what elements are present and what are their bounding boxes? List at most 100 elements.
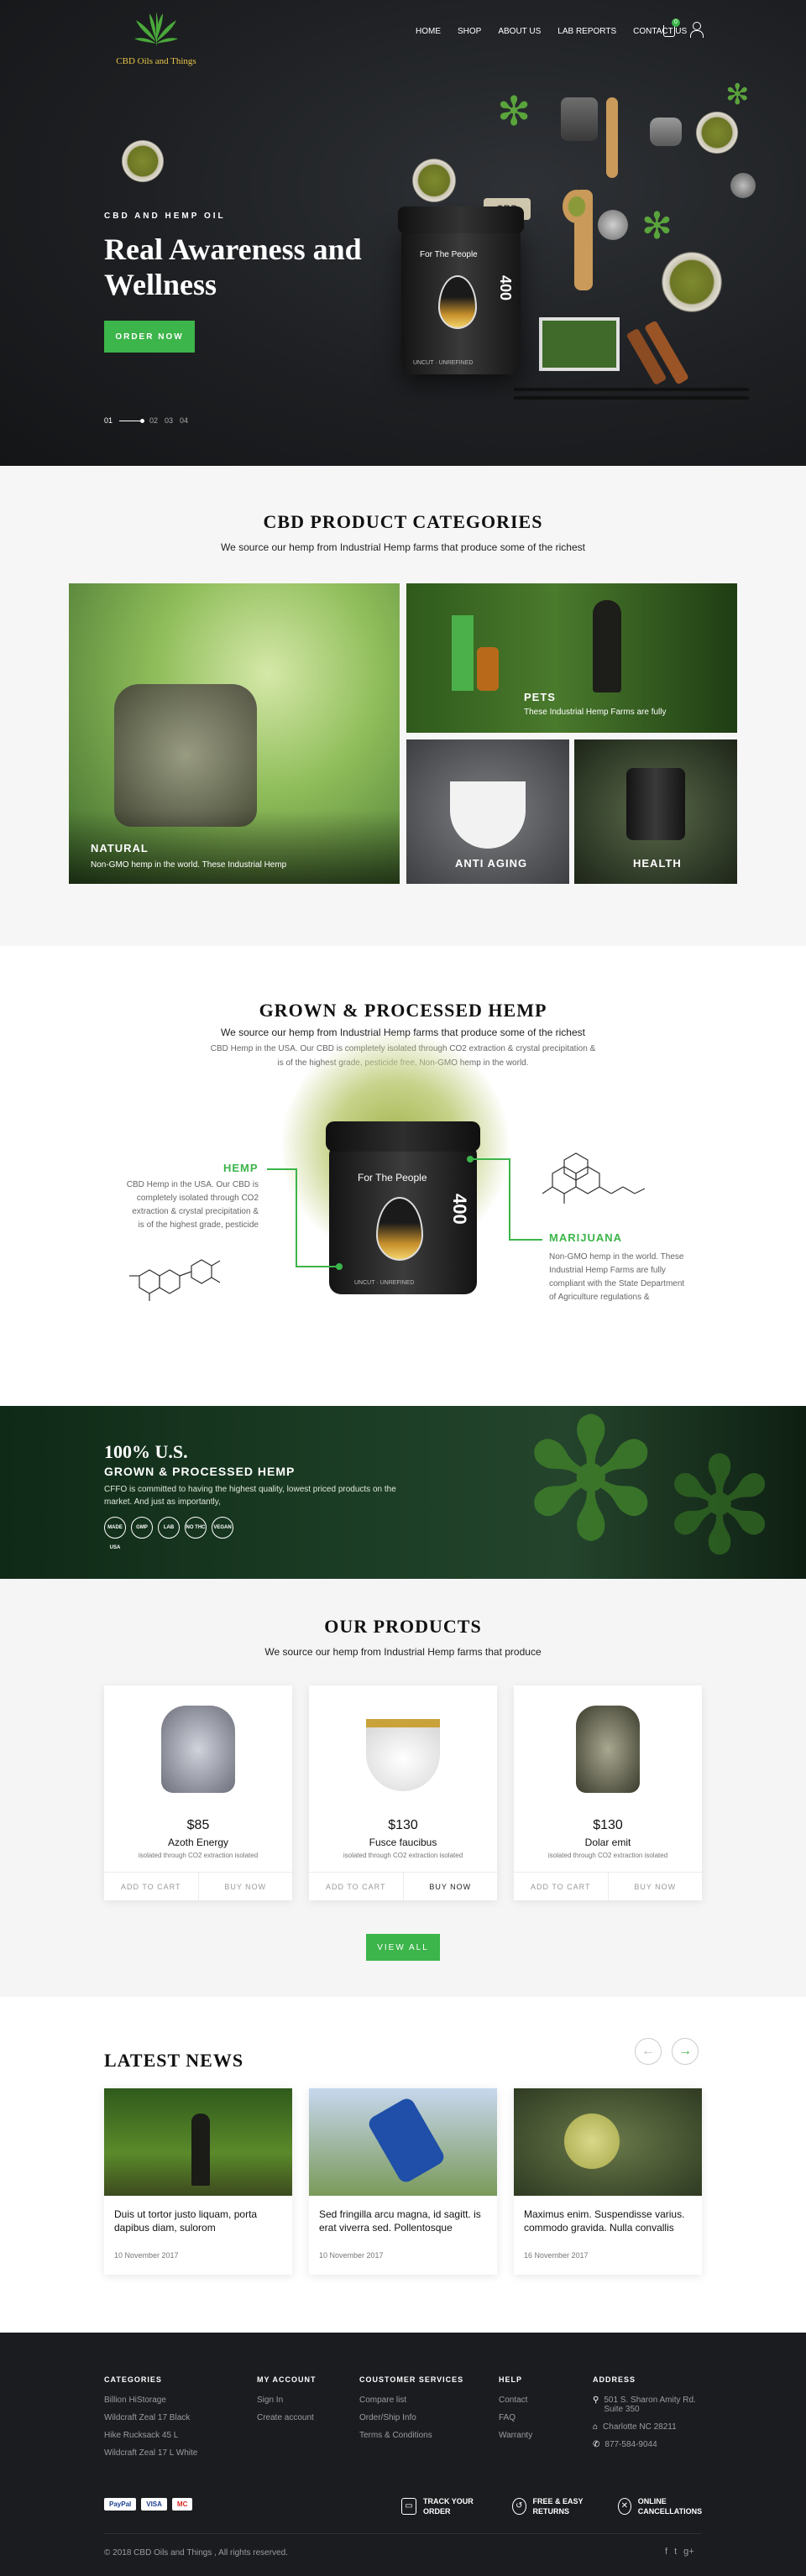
footer-link[interactable]: Order/Ship Info	[359, 2413, 463, 2422]
footer-link[interactable]: FAQ	[499, 2413, 532, 2422]
nav-lab-reports[interactable]: LAB REPORTS	[557, 27, 616, 36]
jar-label: For The People	[358, 1172, 427, 1183]
category-natural[interactable]: NATURAL Non-GMO hemp in the world. These…	[69, 583, 400, 884]
google-plus-icon[interactable]: g+	[683, 2547, 694, 2557]
news-card[interactable]: Duis ut tortor justo liquam, porta dapib…	[104, 2088, 292, 2275]
product-desc: isolated through CO2 extraction isolated	[138, 1852, 259, 1859]
slide-04[interactable]: 04	[180, 416, 188, 425]
products-subtitle: We source our hemp from Industrial Hemp …	[264, 1646, 542, 1658]
footer-help: HELP Contact FAQ Warranty	[499, 2375, 532, 2448]
connector-line	[296, 1168, 297, 1266]
molecule-icon	[129, 1259, 221, 1301]
product-card[interactable]: $130 Dolar emit isolated through CO2 ext…	[514, 1685, 702, 1900]
footer-divider	[104, 2533, 702, 2534]
add-to-cart-button[interactable]: ADD TO CART	[309, 1873, 403, 1900]
category-label: NATURAL	[91, 842, 149, 854]
herb-tray-image	[539, 317, 620, 371]
stone-image	[561, 97, 598, 141]
main-nav: HOME SHOP ABOUT US LAB REPORTS CONTACT U…	[416, 27, 704, 36]
news-card[interactable]: Sed fringilla arcu magna, id sagitt. is …	[309, 2088, 497, 2275]
hemp-text: CBD Hemp in the USA. Our CBD is complete…	[126, 1180, 259, 1230]
footer-link[interactable]: Warranty	[499, 2431, 532, 2440]
product-price: $130	[388, 1818, 418, 1832]
news-date: 10 November 2017	[319, 2251, 384, 2260]
feature-free-returns[interactable]: ↺ FREE & EASY RETURNS	[512, 2496, 604, 2516]
connector-line	[267, 1168, 297, 1170]
product-image	[576, 1706, 640, 1793]
footer-link[interactable]: Compare list	[359, 2396, 463, 2405]
footer-categories: CATEGORIES Billion HiStorage Wildcraft Z…	[104, 2375, 197, 2466]
drop-icon	[376, 1197, 423, 1261]
news-date: 10 November 2017	[114, 2251, 179, 2260]
oil-bottle-image	[477, 647, 499, 691]
footer-heading: CATEGORIES	[104, 2375, 162, 2384]
footer-link[interactable]: Billion HiStorage	[104, 2396, 197, 2405]
banner-title: 100% U.S.	[104, 1441, 188, 1462]
prev-arrow-icon[interactable]: ←	[635, 2038, 662, 2065]
category-anti-aging[interactable]: ANTI AGING	[406, 739, 569, 884]
phone-icon: ✆	[593, 2440, 600, 2449]
connector-line	[509, 1239, 542, 1241]
jar-bottom-text: UNCUT · UNREFINED	[354, 1280, 415, 1286]
category-health[interactable]: HEALTH	[574, 739, 737, 884]
cannabis-leaf-icon: ✻	[641, 206, 673, 247]
slide-01[interactable]: 01	[104, 416, 113, 425]
footer-link[interactable]: Sign In	[257, 2396, 317, 2405]
buy-now-button[interactable]: BUY NOW	[197, 1873, 292, 1900]
buy-now-button[interactable]: BUY NOW	[402, 1873, 497, 1900]
feature-track-order[interactable]: ▭ TRACK YOUR ORDER	[401, 2496, 494, 2516]
slide-02[interactable]: 02	[149, 416, 158, 425]
feature-text: FREE & EASY RETURNS	[532, 2497, 584, 2516]
twitter-icon[interactable]: t	[674, 2547, 677, 2557]
product-price: $85	[186, 1818, 210, 1832]
footer-heading: MY ACCOUNT	[257, 2375, 317, 2384]
product-name: Dolar emit	[584, 1837, 631, 1848]
footer-link[interactable]: Create account	[257, 2413, 317, 2422]
stone-image	[730, 173, 756, 198]
categories-section: CBD PRODUCT CATEGORIES We source our hem…	[0, 466, 806, 946]
order-now-button[interactable]: ORDER NOW	[104, 321, 195, 353]
cannabis-leaf-image: ✻	[521, 1406, 662, 1575]
cart-icon[interactable]: 0	[663, 18, 680, 37]
footer-link[interactable]: Terms & Conditions	[359, 2431, 463, 2440]
footer-link[interactable]: Wildcraft Zeal 17 Black	[104, 2413, 197, 2422]
add-to-cart-button[interactable]: ADD TO CART	[104, 1873, 198, 1900]
footer-link[interactable]: Contact	[499, 2396, 532, 2405]
category-label: PETS	[524, 691, 556, 703]
product-image	[366, 1719, 440, 1791]
feature-cancellations[interactable]: ✕ ONLINE CANCELLATIONS	[618, 2496, 710, 2516]
next-arrow-icon[interactable]: →	[672, 2038, 699, 2065]
user-icon[interactable]	[690, 22, 704, 38]
buy-now-button[interactable]: BUY NOW	[607, 1873, 702, 1900]
add-to-cart-button[interactable]: ADD TO CART	[514, 1873, 608, 1900]
products-title: OUR PRODUCTS	[324, 1616, 482, 1637]
truck-icon: ▭	[401, 2498, 416, 2515]
social-links: f t g+	[665, 2547, 694, 2557]
connector-dot	[336, 1263, 343, 1270]
footer-link[interactable]: Wildcraft Zeal 17 L White	[104, 2448, 197, 2458]
news-card[interactable]: Maximus enim. Suspendisse varius. commod…	[514, 2088, 702, 2275]
product-card[interactable]: $85 Azoth Energy isolated through CO2 ex…	[104, 1685, 292, 1900]
news-image	[104, 2088, 292, 2196]
logo[interactable]: CBD Oils and Things	[104, 8, 208, 66]
category-desc: Non-GMO hemp in the world. These Industr…	[91, 860, 287, 870]
footer-link[interactable]: Hike Rucksack 45 L	[104, 2431, 197, 2440]
nav-about[interactable]: ABOUT US	[498, 27, 541, 36]
slide-03[interactable]: 03	[165, 416, 173, 425]
nav-shop[interactable]: SHOP	[458, 27, 481, 36]
mastercard-icon: MC	[171, 2498, 193, 2511]
marijuana-text: Non-GMO hemp in the world. These Industr…	[549, 1252, 685, 1302]
facebook-icon[interactable]: f	[665, 2547, 667, 2557]
nav-home[interactable]: HOME	[416, 27, 441, 36]
category-pets[interactable]: PETS These Industrial Hemp Farms are ful…	[406, 583, 737, 733]
view-all-button[interactable]: VIEW ALL	[366, 1934, 440, 1961]
cannabis-leaf-icon: ✻	[725, 79, 750, 111]
lab-badge-icon: LAB	[158, 1517, 180, 1539]
news-title: Maximus enim. Suspendisse varius. commod…	[524, 2208, 685, 2234]
product-card[interactable]: $130 Fusce faucibus isolated through CO2…	[309, 1685, 497, 1900]
connector-line	[472, 1158, 510, 1160]
product-name: Azoth Energy	[167, 1837, 229, 1848]
address-phone[interactable]: 877-584-9044	[604, 2440, 657, 2449]
address-street: 501 S. Sharon Amity Rd. Suite 350	[604, 2396, 696, 2414]
news-date: 16 November 2017	[524, 2251, 589, 2260]
